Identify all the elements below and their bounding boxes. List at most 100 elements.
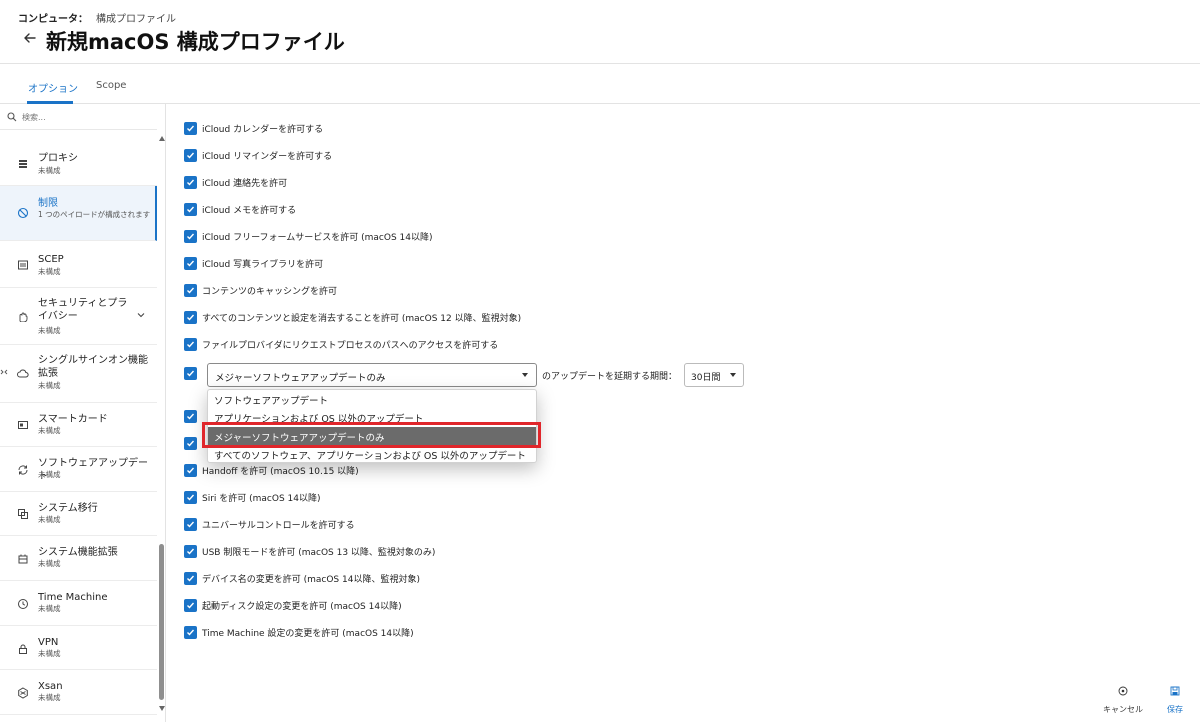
- restrictions-options-panel: iCloud カレンダーを許可する iCloud リマインダーを許可する iCl…: [166, 104, 1200, 722]
- sidebar-item-title: 制限: [38, 198, 58, 209]
- sidebar-scrollbar[interactable]: [157, 130, 165, 722]
- update-type-selected-value: メジャーソフトウェアアップデートのみ: [215, 373, 386, 384]
- dropdown-option[interactable]: ソフトウェアアップデート: [208, 390, 536, 408]
- checkbox[interactable]: [184, 437, 197, 450]
- checkbox[interactable]: [184, 545, 197, 558]
- sidebar-item-title: Xsan: [38, 681, 63, 692]
- option-label: USB 制限モードを許可 (macOS 13 以降、監視対象のみ): [202, 548, 436, 558]
- cancel-label: キャンセル: [1103, 705, 1143, 714]
- proxy-icon: [19, 160, 27, 168]
- extension-icon: [18, 554, 28, 564]
- sidebar-item-scep[interactable]: SCEP 未構成: [0, 241, 157, 288]
- caret-down-icon: [522, 373, 528, 377]
- checkbox[interactable]: [184, 284, 197, 297]
- sidebar-item-restrictions[interactable]: 制限 1 つのペイロードが構成されます: [0, 186, 157, 241]
- back-arrow-icon[interactable]: [22, 30, 38, 46]
- payload-sidebar: プロキシ 未構成 制限 1 つのペイロードが構成されます SCEP 未構成 セキ…: [0, 104, 166, 722]
- cancel-button[interactable]: キャンセル: [1103, 686, 1143, 716]
- sidebar-item-smart-card[interactable]: スマートカード 未構成: [0, 403, 157, 447]
- sidebar-item-subtitle: 未構成: [38, 470, 61, 479]
- tab-options[interactable]: オプション: [28, 80, 78, 95]
- sidebar-item-security-privacy[interactable]: セキュリティとプライバシー 未構成: [0, 288, 157, 345]
- security-hand-icon: [19, 312, 28, 322]
- checkbox[interactable]: [184, 518, 197, 531]
- sidebar-item-subtitle: 未構成: [38, 515, 61, 524]
- breadcrumb-root[interactable]: コンピュータ：: [18, 14, 88, 25]
- highlight-annotation-box: [202, 422, 541, 448]
- search-input[interactable]: [22, 109, 152, 125]
- option-label: ユニバーサルコントロールを許可する: [202, 521, 355, 531]
- sidebar-item-subtitle: 未構成: [38, 426, 61, 435]
- sidebar-item-subtitle: 未構成: [38, 559, 61, 568]
- checkbox[interactable]: [184, 149, 197, 162]
- page-header: コンピュータ： 構成プロファイル 新規macOS 構成プロファイル: [0, 0, 1200, 64]
- checkbox[interactable]: [184, 257, 197, 270]
- checkbox[interactable]: [184, 176, 197, 189]
- sidebar-item-subtitle: 未構成: [38, 166, 61, 175]
- checkbox[interactable]: [184, 572, 197, 585]
- sidebar-item-proxy[interactable]: プロキシ 未構成: [0, 140, 157, 186]
- tab-bar: オプション Scope: [0, 64, 1200, 104]
- sidebar-item-time-machine[interactable]: Time Machine 未構成: [0, 581, 157, 626]
- sidebar-item-xsan[interactable]: Xsan 未構成: [0, 670, 157, 715]
- checkbox[interactable]: [184, 122, 197, 135]
- option-label: Handoff を許可 (macOS 10.15 以降): [202, 467, 359, 477]
- checkbox[interactable]: [184, 311, 197, 324]
- save-button[interactable]: 保存: [1167, 686, 1183, 716]
- xsan-icon: [18, 687, 28, 699]
- checkbox[interactable]: [184, 230, 197, 243]
- sidebar-item-subtitle: 未構成: [38, 649, 61, 658]
- clock-icon: [18, 599, 28, 609]
- checkbox[interactable]: [184, 410, 197, 423]
- option-label: ファイルプロバイダにリクエストプロセスのパスへのアクセスを許可する: [202, 341, 499, 351]
- deferral-checkbox[interactable]: [184, 367, 197, 380]
- option-label: iCloud フリーフォームサービスを許可 (macOS 14以降): [202, 233, 433, 243]
- checkbox[interactable]: [184, 338, 197, 351]
- scroll-up-arrow-icon[interactable]: [159, 136, 165, 141]
- refresh-icon: [18, 465, 28, 475]
- option-label: iCloud メモを許可する: [202, 206, 297, 216]
- cloud-key-icon: [17, 369, 29, 378]
- checkbox[interactable]: [184, 626, 197, 639]
- option-label: iCloud カレンダーを許可する: [202, 125, 324, 135]
- sidebar-item-vpn[interactable]: VPN 未構成: [0, 626, 157, 670]
- tab-scope[interactable]: Scope: [96, 80, 126, 91]
- checkbox[interactable]: [184, 464, 197, 477]
- deferral-period-select[interactable]: 30日間: [684, 363, 744, 387]
- sidebar-item-title: Time Machine: [38, 592, 108, 603]
- checkbox[interactable]: [184, 599, 197, 612]
- save-icon: [1170, 686, 1180, 696]
- sidebar-item-subtitle: 未構成: [38, 381, 61, 390]
- checkbox[interactable]: [184, 203, 197, 216]
- sidebar-item-title: システム移行: [38, 503, 98, 514]
- scroll-down-arrow-icon[interactable]: [159, 706, 165, 711]
- checkbox[interactable]: [184, 491, 197, 504]
- migration-icon: [18, 509, 28, 519]
- sidebar-collapse-handle-icon[interactable]: [0, 366, 8, 378]
- breadcrumb: コンピュータ： 構成プロファイル: [18, 10, 176, 25]
- scrollbar-thumb[interactable]: [159, 544, 164, 700]
- sidebar-item-subtitle: 未構成: [38, 267, 61, 276]
- sidebar-search: [0, 104, 157, 130]
- save-label: 保存: [1167, 705, 1183, 714]
- option-label: コンテンツのキャッシングを許可: [202, 287, 338, 297]
- deferral-period-value: 30日間: [691, 373, 721, 383]
- page-title: 新規macOS 構成プロファイル: [46, 30, 345, 54]
- sidebar-item-title: プロキシ: [38, 153, 78, 164]
- option-label: 起動ディスク設定の変更を許可 (macOS 14以降): [202, 602, 402, 612]
- sidebar-item-software-update[interactable]: ソフトウェアアップデート 未構成: [0, 447, 157, 492]
- sidebar-item-sso-extension[interactable]: シングルサインオン機能拡張 未構成: [0, 345, 157, 403]
- smart-card-icon: [18, 421, 28, 429]
- option-label: iCloud リマインダーを許可する: [202, 152, 333, 162]
- chevron-down-icon[interactable]: [136, 310, 146, 320]
- sidebar-item-title: シングルサインオン機能拡張: [38, 355, 148, 379]
- option-label: デバイス名の変更を許可 (macOS 14以降、監視対象): [202, 575, 420, 585]
- sidebar-item-subtitle: 未構成: [38, 693, 61, 702]
- sidebar-item-system-extensions[interactable]: システム機能拡張 未構成: [0, 536, 157, 581]
- update-type-select[interactable]: メジャーソフトウェアアップデートのみ: [207, 363, 537, 387]
- search-icon: [7, 112, 17, 122]
- option-label: Time Machine 設定の変更を許可 (macOS 14以降): [202, 629, 414, 639]
- sidebar-item-title: VPN: [38, 637, 59, 648]
- deferral-period-label: のアップデートを延期する期間：: [542, 372, 678, 382]
- sidebar-item-system-migration[interactable]: システム移行 未構成: [0, 492, 157, 536]
